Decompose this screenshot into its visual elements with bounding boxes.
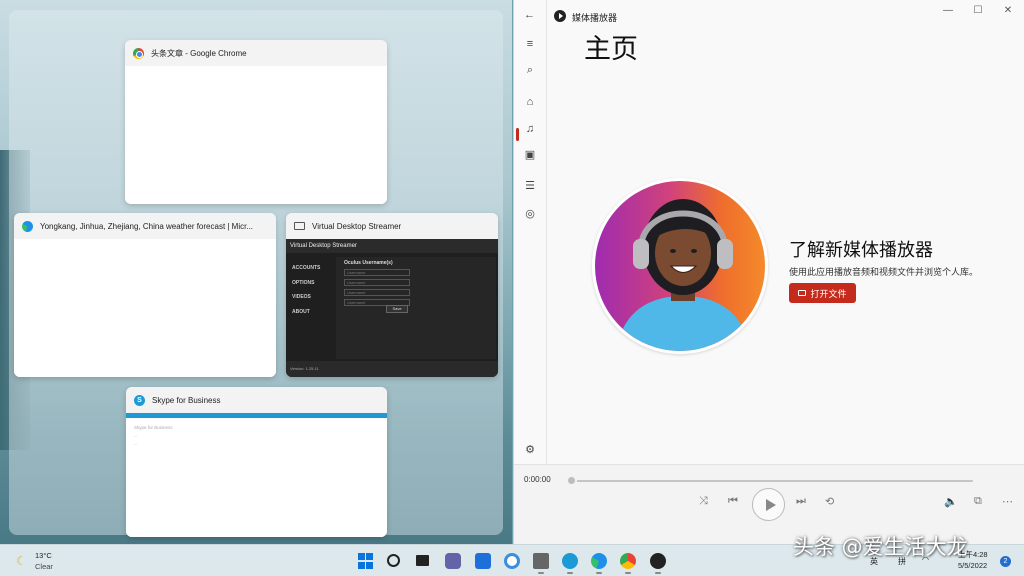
monitor-icon [294, 222, 305, 230]
search-icon[interactable]: ⌕ [522, 62, 538, 78]
mini-player-icon[interactable]: ⧉ [974, 495, 982, 508]
nav-selection-indicator [516, 128, 519, 141]
snap-thumb-title: Yongkang, Jinhua, Zhejiang, China weathe… [40, 221, 254, 231]
menu-icon[interactable]: ≡ [522, 36, 538, 52]
minimize-button[interactable]: — [939, 4, 957, 18]
app-icon[interactable] [504, 553, 520, 569]
folder-icon [798, 290, 807, 296]
snap-thumb-edge[interactable]: Yongkang, Jinhua, Zhejiang, China weathe… [14, 213, 276, 377]
snap-thumb-title: Skype for Business [152, 395, 221, 405]
pen-app-icon[interactable] [475, 553, 491, 569]
snap-thumb-preview [14, 239, 276, 377]
vds-window-title: Virtual Desktop Streamer [290, 243, 357, 249]
snap-thumb-chrome[interactable]: 头条文章 - Google Chrome [125, 40, 387, 204]
seek-thumb[interactable] [566, 475, 577, 486]
open-file-label: 打开文件 [810, 289, 847, 300]
skype-preview-line: ... [134, 441, 138, 446]
search-icon[interactable] [387, 554, 400, 567]
notification-badge[interactable]: 2 [1000, 556, 1011, 567]
vds-version: Version: 1.25.11 [286, 361, 498, 377]
snap-thumb-title: Virtual Desktop Streamer [312, 221, 402, 231]
monitor-app-icon[interactable] [533, 553, 549, 574]
more-options-icon[interactable]: ⋯ [1002, 495, 1013, 508]
page-title: 主页 [584, 34, 638, 65]
snap-thumb-preview [125, 66, 387, 204]
previous-icon[interactable]: ⏮ [728, 495, 738, 508]
playlist-icon[interactable]: ☰ [522, 178, 538, 194]
vds-nav-options: OPTIONS [292, 279, 315, 286]
shuffle-icon[interactable]: ⤨ [699, 495, 708, 508]
music-icon[interactable]: ♫ [522, 121, 538, 137]
hero-illustration [592, 178, 768, 354]
media-player-window: ← 媒体播放器 — ☐ ✕ ≡ ⌕ ⌂ ♫ ▣ ☰ ◎ ⚙ 主页 了解新媒体播放… [513, 0, 1024, 544]
volume-icon[interactable]: 🔈 [944, 495, 958, 508]
skype-preview-line: ... [134, 433, 138, 438]
moon-weather-icon[interactable]: ☾ [16, 554, 27, 568]
repeat-icon[interactable]: ⟲ [825, 495, 834, 508]
skype-taskbar-icon[interactable] [562, 553, 578, 574]
vds-nav-videos: VIDEOS [292, 294, 311, 300]
vds-nav: ACCOUNTS OPTIONS VIDEOS ABOUT [292, 261, 320, 319]
listener-illustration-icon [615, 199, 751, 351]
vds-nav-accounts: ACCOUNTS [292, 265, 321, 271]
settings-icon[interactable]: ⚙ [522, 442, 538, 458]
app-title: 媒体播放器 [572, 13, 618, 23]
snap-thumb-title: 头条文章 - Google Chrome [151, 48, 247, 58]
start-windows-icon[interactable] [358, 553, 374, 569]
media-player-taskbar-icon[interactable] [650, 553, 666, 574]
vds-username-field: Username [344, 269, 410, 276]
home-icon[interactable]: ⌂ [522, 94, 538, 110]
vds-fields-label: Oculus Username(s) [344, 260, 393, 266]
hero-subtext: 使用此应用播放音频和视频文件并浏览个人库。 [789, 268, 979, 278]
chrome-icon [133, 47, 144, 59]
teams-icon[interactable] [445, 553, 461, 569]
open-file-button[interactable]: 打开文件 [789, 283, 856, 303]
next-icon[interactable]: ⏭ [796, 495, 806, 508]
edge-taskbar-icon[interactable] [591, 553, 607, 574]
snap-thumb-preview: Virtual Desktop Streamer ACCOUNTS OPTION… [286, 239, 498, 377]
back-arrow-icon[interactable]: ← [524, 9, 535, 21]
close-button[interactable]: ✕ [999, 4, 1017, 18]
vds-username-field: Username [344, 279, 410, 286]
video-icon[interactable]: ▣ [522, 147, 538, 163]
vds-main: Oculus Username(s) Username Username Use… [336, 257, 496, 359]
task-view-icon[interactable] [416, 555, 429, 566]
hero-heading: 了解新媒体播放器 [789, 240, 933, 261]
play-button[interactable] [752, 488, 785, 521]
clock-date[interactable]: 5/5/2022 [958, 561, 987, 570]
chrome-taskbar-icon[interactable] [620, 553, 636, 574]
skype-icon: S [134, 394, 145, 406]
media-player-logo-icon [554, 10, 566, 22]
snap-thumb-vds[interactable]: Virtual Desktop Streamer Virtual Desktop… [286, 213, 498, 377]
skype-preview-line: Skype for Business [134, 425, 173, 430]
current-time: 0:00:00 [524, 475, 551, 484]
vds-nav-about: ABOUT [292, 308, 310, 315]
vds-username-field: Username [344, 289, 410, 296]
seek-bar[interactable] [570, 480, 973, 482]
weather-temperature[interactable]: 13°C [35, 551, 52, 560]
now-playing-icon[interactable]: ◎ [522, 206, 538, 222]
snap-thumb-skype[interactable]: S Skype for Business Skype for Business … [126, 387, 387, 537]
watermark: 头条 @爱生活大龙 [793, 535, 968, 559]
snap-thumb-preview: Skype for Business ... ... [126, 413, 387, 537]
weather-description[interactable]: Clear [35, 562, 53, 571]
edge-icon [22, 220, 33, 232]
maximize-button[interactable]: ☐ [969, 4, 987, 18]
vds-save-button: Save [386, 305, 408, 313]
